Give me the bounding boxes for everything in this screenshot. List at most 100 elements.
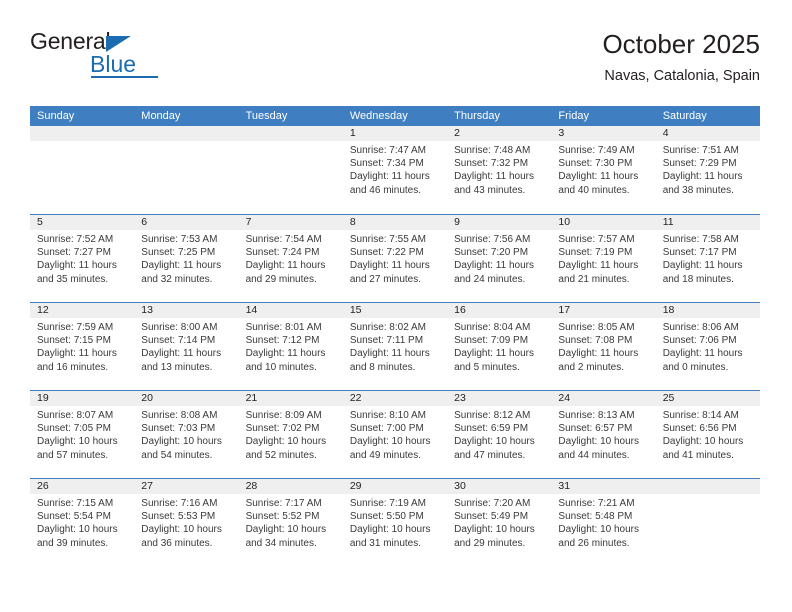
daylight-text-line1: Daylight: 11 hours bbox=[454, 171, 534, 183]
sunrise-text: Sunrise: 8:12 AM bbox=[454, 410, 531, 421]
daylight-text-line1: Daylight: 10 hours bbox=[37, 524, 118, 536]
day-number bbox=[134, 126, 239, 141]
sun-info: Sunrise: 7:59 AM Sunset: 7:15 PM Daylight:… bbox=[30, 318, 134, 374]
sunset-text: Sunset: 5:48 PM bbox=[558, 511, 633, 523]
sunset-text: Sunset: 7:19 PM bbox=[558, 247, 633, 259]
day-cell-26[interactable]: 26 Sunrise: 7:15 AM Sunset: 5:54 PM Dayligh… bbox=[30, 479, 135, 566]
sun-info: Sunrise: 7:55 AM Sunset: 7:22 PM Daylight:… bbox=[343, 230, 447, 286]
day-cell-19[interactable]: 19 Sunrise: 8:07 AM Sunset: 7:05 PM Dayligh… bbox=[30, 391, 135, 478]
day-cell-1[interactable]: 1 Sunrise: 7:47 AM Sunset: 7:34 PM Daylight… bbox=[342, 126, 448, 214]
day-cell-4[interactable]: 4 Sunrise: 7:51 AM Sunset: 7:29 PM Daylight… bbox=[655, 126, 760, 214]
day-cell-24[interactable]: 24 Sunrise: 8:13 AM Sunset: 6:57 PM Dayligh… bbox=[551, 391, 656, 478]
sun-info: Sunrise: 7:17 AM Sunset: 5:52 PM Daylight:… bbox=[239, 494, 343, 550]
day-cell-10[interactable]: 10 Sunrise: 7:57 AM Sunset: 7:19 PM Dayligh… bbox=[551, 215, 656, 302]
sunset-text: Sunset: 7:30 PM bbox=[558, 158, 633, 170]
day-cell-28[interactable]: 28 Sunrise: 7:17 AM Sunset: 5:52 PM Dayligh… bbox=[238, 479, 343, 566]
daylight-text-line1: Daylight: 11 hours bbox=[454, 348, 534, 360]
weekday-header-monday: Monday bbox=[141, 110, 181, 122]
daylight-text-line2: and 16 minutes. bbox=[37, 361, 109, 373]
day-number: 26 bbox=[30, 479, 135, 494]
sun-info: Sunrise: 7:54 AM Sunset: 7:24 PM Daylight:… bbox=[239, 230, 343, 286]
day-cell-21[interactable]: 21 Sunrise: 8:09 AM Sunset: 7:02 PM Dayligh… bbox=[238, 391, 343, 478]
day-cell-14[interactable]: 14 Sunrise: 8:01 AM Sunset: 7:12 PM Dayligh… bbox=[238, 303, 343, 390]
day-cell-22[interactable]: 22 Sunrise: 8:10 AM Sunset: 7:00 PM Dayligh… bbox=[342, 391, 448, 478]
day-cell-6[interactable]: 6 Sunrise: 7:53 AM Sunset: 7:25 PM Daylight… bbox=[134, 215, 239, 302]
sunrise-text: Sunrise: 7:59 AM bbox=[37, 322, 114, 333]
day-cell-11[interactable]: 11 Sunrise: 7:58 AM Sunset: 7:17 PM Dayligh… bbox=[655, 215, 760, 302]
sunset-text: Sunset: 7:08 PM bbox=[558, 335, 633, 347]
day-cell-15[interactable]: 15 Sunrise: 8:02 AM Sunset: 7:11 PM Dayligh… bbox=[342, 303, 448, 390]
day-number: 11 bbox=[655, 215, 760, 230]
day-cell-25[interactable]: 25 Sunrise: 8:14 AM Sunset: 6:56 PM Dayligh… bbox=[655, 391, 760, 478]
sunset-text: Sunset: 5:53 PM bbox=[141, 511, 216, 523]
weekday-header-friday: Friday bbox=[558, 110, 589, 122]
day-cell-20[interactable]: 20 Sunrise: 8:08 AM Sunset: 7:03 PM Dayligh… bbox=[134, 391, 239, 478]
daylight-text-line1: Daylight: 10 hours bbox=[454, 524, 535, 536]
day-cell-3[interactable]: 3 Sunrise: 7:49 AM Sunset: 7:30 PM Daylight… bbox=[551, 126, 656, 214]
day-cell-7[interactable]: 7 Sunrise: 7:54 AM Sunset: 7:24 PM Daylight… bbox=[238, 215, 343, 302]
logo-underline bbox=[91, 76, 158, 78]
day-cell-13[interactable]: 13 Sunrise: 8:00 AM Sunset: 7:14 PM Dayligh… bbox=[134, 303, 239, 390]
day-number: 7 bbox=[238, 215, 343, 230]
daylight-text-line2: and 18 minutes. bbox=[662, 273, 734, 285]
sunrise-text: Sunrise: 7:53 AM bbox=[141, 234, 218, 245]
day-number: 19 bbox=[30, 391, 135, 406]
sunrise-text: Sunrise: 8:08 AM bbox=[141, 410, 218, 421]
sunset-text: Sunset: 5:49 PM bbox=[454, 511, 529, 523]
general-blue-logo[interactable]: General Blue bbox=[30, 28, 230, 84]
sunset-text: Sunset: 7:02 PM bbox=[245, 423, 320, 435]
day-number: 3 bbox=[551, 126, 656, 141]
day-cell-18[interactable]: 18 Sunrise: 8:06 AM Sunset: 7:06 PM Dayligh… bbox=[655, 303, 760, 390]
daylight-text-line1: Daylight: 10 hours bbox=[141, 524, 222, 536]
daylight-text-line1: Daylight: 11 hours bbox=[349, 171, 430, 183]
daylight-text-line2: and 46 minutes. bbox=[349, 184, 422, 196]
day-number: 14 bbox=[238, 303, 343, 318]
day-cell-2[interactable]: 2 Sunrise: 7:48 AM Sunset: 7:32 PM Daylight… bbox=[447, 126, 552, 214]
daylight-text-line1: Daylight: 11 hours bbox=[141, 348, 222, 360]
daylight-text-line1: Daylight: 10 hours bbox=[662, 436, 744, 448]
sunrise-text: Sunrise: 7:55 AM bbox=[349, 234, 426, 245]
sunset-text: Sunset: 6:59 PM bbox=[454, 423, 529, 435]
day-number: 17 bbox=[551, 303, 656, 318]
day-cell-12[interactable]: 12 Sunrise: 7:59 AM Sunset: 7:15 PM Dayligh… bbox=[30, 303, 135, 390]
day-cell-empty bbox=[655, 479, 760, 566]
daylight-text-line1: Daylight: 11 hours bbox=[349, 260, 430, 272]
sunrise-text: Sunrise: 8:14 AM bbox=[662, 410, 739, 421]
sun-info: Sunrise: 8:14 AM Sunset: 6:56 PM Daylight:… bbox=[656, 406, 760, 462]
daylight-text-line2: and 41 minutes. bbox=[662, 449, 734, 461]
day-cell-29[interactable]: 29 Sunrise: 7:19 AM Sunset: 5:50 PM Dayligh… bbox=[342, 479, 448, 566]
day-cell-30[interactable]: 30 Sunrise: 7:20 AM Sunset: 5:49 PM Dayligh… bbox=[447, 479, 552, 566]
sun-info: Sunrise: 7:21 AM Sunset: 5:48 PM Daylight:… bbox=[551, 494, 655, 550]
sunrise-text: Sunrise: 7:19 AM bbox=[349, 498, 426, 509]
day-cell-31[interactable]: 31 Sunrise: 7:21 AM Sunset: 5:48 PM Dayligh… bbox=[551, 479, 656, 566]
sunrise-text: Sunrise: 8:05 AM bbox=[558, 322, 635, 333]
day-cell-17[interactable]: 17 Sunrise: 8:05 AM Sunset: 7:08 PM Dayligh… bbox=[551, 303, 656, 390]
daylight-text-line2: and 34 minutes. bbox=[245, 537, 317, 549]
weekday-header-saturday: Saturday bbox=[662, 110, 707, 122]
day-cell-5[interactable]: 5 Sunrise: 7:52 AM Sunset: 7:27 PM Daylight… bbox=[30, 215, 135, 302]
sunrise-text: Sunrise: 8:07 AM bbox=[37, 410, 114, 421]
page-title: October 2025 bbox=[602, 29, 760, 59]
daylight-text-line2: and 31 minutes. bbox=[349, 537, 422, 549]
day-cell-23[interactable]: 23 Sunrise: 8:12 AM Sunset: 6:59 PM Dayligh… bbox=[447, 391, 552, 478]
sunrise-text: Sunrise: 7:17 AM bbox=[245, 498, 322, 509]
day-cell-27[interactable]: 27 Sunrise: 7:16 AM Sunset: 5:53 PM Dayligh… bbox=[134, 479, 239, 566]
daylight-text-line2: and 13 minutes. bbox=[141, 361, 213, 373]
day-number: 15 bbox=[342, 303, 448, 318]
day-cell-16[interactable]: 16 Sunrise: 8:04 AM Sunset: 7:09 PM Dayligh… bbox=[447, 303, 552, 390]
daylight-text-line1: Daylight: 11 hours bbox=[662, 171, 743, 183]
daylight-text-line1: Daylight: 10 hours bbox=[349, 524, 431, 536]
daylight-text-line1: Daylight: 11 hours bbox=[349, 348, 430, 360]
daylight-text-line1: Daylight: 11 hours bbox=[37, 348, 117, 360]
day-number: 8 bbox=[342, 215, 448, 230]
day-number: 4 bbox=[655, 126, 760, 141]
daylight-text-line1: Daylight: 10 hours bbox=[558, 436, 640, 448]
day-number: 2 bbox=[447, 126, 552, 141]
day-cell-9[interactable]: 9 Sunrise: 7:56 AM Sunset: 7:20 PM Daylight… bbox=[447, 215, 552, 302]
daylight-text-line2: and 29 minutes. bbox=[454, 537, 526, 549]
day-cell-8[interactable]: 8 Sunrise: 7:55 AM Sunset: 7:22 PM Daylight… bbox=[342, 215, 448, 302]
sunrise-text: Sunrise: 7:57 AM bbox=[558, 234, 635, 245]
day-cell-empty bbox=[238, 126, 343, 214]
day-number: 18 bbox=[655, 303, 760, 318]
day-cell-empty bbox=[134, 126, 239, 214]
